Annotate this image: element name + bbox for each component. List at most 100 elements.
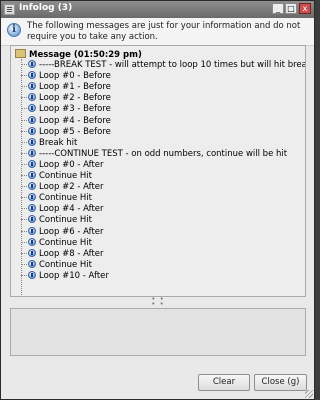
tree-root-node[interactable]: Message (01:50:29 pm): [15, 49, 142, 60]
tree-item[interactable]: Continue Hit: [21, 171, 92, 182]
info-item-icon: [28, 270, 36, 279]
info-item-icon: [28, 93, 36, 102]
tree-root-label: Message (01:50:29 pm): [29, 50, 142, 60]
tree-item[interactable]: Continue Hit: [21, 215, 92, 226]
tree-item[interactable]: Loop #2 - Before: [21, 93, 111, 104]
tree-item-label: Continue Hit: [39, 215, 93, 226]
tree-item-label: Loop #3 - Before: [39, 104, 111, 115]
info-item-icon: [28, 182, 36, 191]
tree-connector: [21, 130, 27, 132]
close-window-button[interactable]: x: [299, 3, 311, 14]
tree-item[interactable]: Loop #10 - After: [21, 270, 109, 282]
info-item-icon: [28, 126, 36, 135]
tree-item[interactable]: Loop #0 - Before: [21, 71, 111, 82]
tree-item[interactable]: Loop #6 - After: [21, 226, 104, 238]
folder-icon: [15, 49, 26, 58]
tree-connector: [21, 197, 27, 199]
tree-item[interactable]: Loop #0 - After: [21, 159, 104, 171]
tree-item-label: Loop #4 - After: [39, 204, 104, 215]
info-item-icon: [28, 259, 36, 268]
tree-item-label: -----BREAK TEST - will attempt to loop 1…: [39, 60, 306, 70]
tree-item[interactable]: Loop #8 - After: [21, 248, 104, 260]
tree-item-label: Continue Hit: [39, 237, 93, 248]
tree-item[interactable]: -----CONTINUE TEST - on odd numbers, con…: [21, 148, 288, 160]
tree-connector: [21, 141, 27, 143]
message-detail-pane: [10, 308, 306, 356]
tree-item-label: Loop #4 - Before: [39, 115, 111, 126]
resize-grip[interactable]: [305, 390, 313, 398]
info-item-icon: [28, 71, 36, 80]
info-item-icon: [28, 226, 36, 235]
splitter-grip[interactable]: • • • •: [148, 296, 168, 308]
tree-item[interactable]: Loop #5 - Before: [21, 126, 111, 138]
tree-connector: [21, 64, 27, 65]
tree-connector: [21, 163, 27, 165]
tree-connector: [21, 230, 27, 232]
info-item-icon: [28, 204, 36, 213]
tree-item-label: Loop #6 - After: [39, 226, 104, 237]
info-item-icon: [28, 82, 36, 91]
minimize-button[interactable]: _: [272, 3, 284, 14]
tree-connector: [21, 252, 27, 254]
button-bar: Clear Close (g): [1, 366, 314, 399]
tree-item-label: Loop #2 - Before: [39, 93, 111, 104]
window-title: Infolog (3): [19, 3, 73, 13]
tree-connector: [21, 75, 27, 77]
tree-item-label: Loop #10 - After: [39, 270, 109, 281]
tree-connector: [21, 208, 27, 210]
information-icon: i: [7, 23, 21, 37]
tree-item-label: Loop #5 - Before: [39, 126, 111, 137]
tree-connector: [21, 97, 27, 99]
tree-item[interactable]: Continue Hit: [21, 193, 92, 204]
tree-connector: [21, 219, 27, 221]
infolog-window: Infolog (3) _ □ x i The following messag…: [0, 0, 315, 400]
info-item-icon: [28, 104, 36, 113]
tree-connector: [21, 263, 27, 265]
tree-item[interactable]: Loop #2 - After: [21, 182, 104, 193]
title-bar[interactable]: Infolog (3) _ □ x: [1, 1, 314, 18]
info-item-icon: [28, 159, 36, 168]
tree-item[interactable]: Loop #3 - Before: [21, 104, 111, 115]
tree-item[interactable]: Loop #1 - Before: [21, 82, 111, 93]
tree-item-label: Loop #0 - Before: [39, 71, 111, 82]
info-header: i The following messages are just for yo…: [1, 18, 314, 46]
tree-item[interactable]: Loop #4 - After: [21, 204, 104, 215]
tree-item-label: Loop #1 - Before: [39, 82, 111, 93]
tree-item-label: Continue Hit: [39, 171, 93, 181]
tree-item[interactable]: Continue Hit: [21, 237, 93, 249]
tree-connector: [21, 119, 27, 121]
info-item-icon: [28, 60, 36, 68]
info-item-icon: [28, 171, 36, 179]
tree-item[interactable]: Loop #4 - Before: [21, 115, 111, 127]
info-item-icon: [28, 248, 36, 257]
tree-connector: [21, 86, 27, 88]
tree-connector: [21, 274, 27, 276]
close-button[interactable]: Close (g): [254, 374, 307, 391]
tree-connector: [21, 152, 27, 154]
infolog-app-icon: [4, 4, 15, 15]
tree-item-label: Break hit: [39, 137, 78, 148]
tree-item-label: Continue Hit: [39, 259, 93, 270]
tree-connector: [21, 186, 27, 188]
tree-connector: [21, 108, 27, 110]
info-item-icon: [28, 137, 36, 146]
tree-item-label: Continue Hit: [39, 193, 93, 204]
tree-item-label: Loop #2 - After: [39, 182, 104, 193]
tree-item-label: Loop #0 - After: [39, 159, 104, 170]
clear-button[interactable]: Clear: [198, 374, 250, 391]
tree-item[interactable]: Continue Hit: [21, 259, 93, 271]
info-item-icon: [28, 237, 36, 246]
tree-item[interactable]: Break hit: [21, 137, 78, 149]
message-tree[interactable]: Message (01:50:29 pm) -----BREAK TEST - …: [10, 45, 306, 297]
info-item-icon: [28, 215, 36, 224]
tree-connector: [21, 175, 27, 176]
info-item-icon: [28, 148, 36, 157]
info-item-icon: [28, 193, 36, 202]
info-message: The following messages are just for your…: [27, 21, 301, 42]
tree-item-label: -----CONTINUE TEST - on odd numbers, con…: [39, 148, 288, 159]
maximize-button[interactable]: □: [285, 3, 297, 14]
tree-item[interactable]: -----BREAK TEST - will attempt to loop 1…: [21, 60, 306, 71]
info-item-icon: [28, 115, 36, 124]
tree-connector: [21, 241, 27, 243]
tree-item-label: Loop #8 - After: [39, 248, 104, 259]
